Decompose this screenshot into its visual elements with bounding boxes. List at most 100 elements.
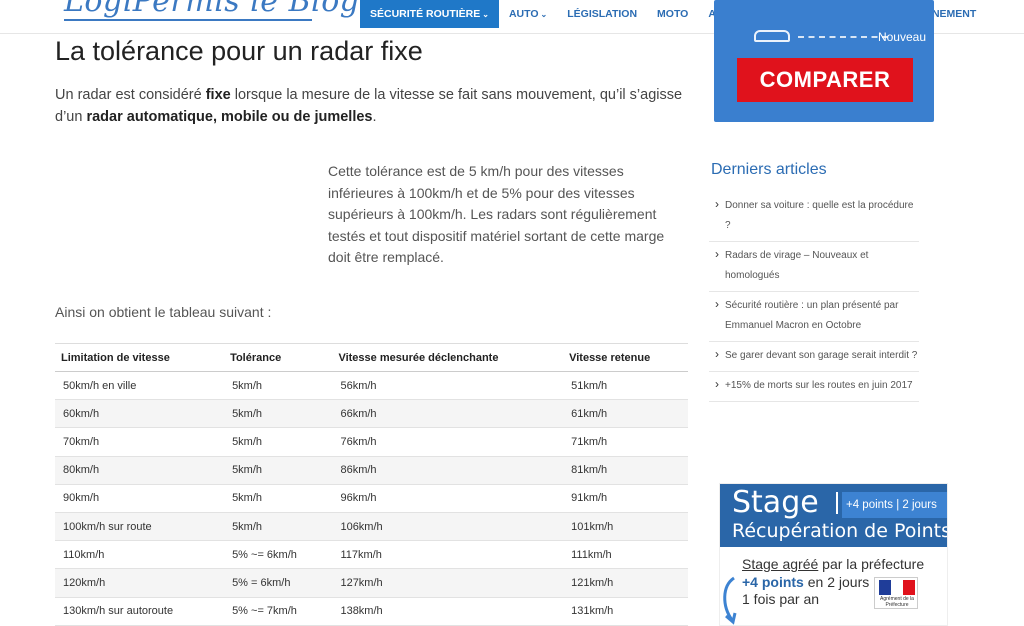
table-cell: 5km/h	[224, 427, 333, 457]
nav-item-2[interactable]: Législation	[557, 0, 647, 28]
table-row: 80km/h 5km/h 86km/h 81km/h	[55, 456, 688, 485]
table-cell: 86km/h	[332, 456, 564, 485]
table-row: 90km/h 5km/h 96km/h 91km/h	[55, 484, 688, 513]
stage-line-1: Stage agréé par la préfecture	[742, 556, 924, 572]
compare-button[interactable]: COMPARER	[737, 58, 913, 102]
prefecture-caption: Agrément de la Préfecture	[880, 596, 914, 608]
nav-item-1[interactable]: Auto ⌄	[499, 0, 557, 28]
recent-article-link[interactable]: Radars de virage – Nouveaux et homologué…	[709, 242, 919, 292]
table-cell: 110km/h	[55, 540, 225, 570]
table-cell: 71km/h	[563, 427, 688, 457]
table-cell: 106km/h	[332, 512, 564, 542]
chevron-down-icon: ⌄	[540, 10, 548, 19]
table-cell: 5km/h	[224, 512, 333, 542]
intro-text-3: .	[372, 109, 377, 125]
table-cell: 90km/h	[55, 484, 225, 513]
table-cell: 100km/h sur route	[55, 512, 225, 542]
dash-decoration	[798, 36, 888, 38]
table-cell: 5km/h	[224, 484, 333, 513]
stage-title: Stage	[732, 485, 819, 520]
table-cell: 5% ~= 6km/h	[224, 540, 333, 570]
table-header-cell: Vitesse retenue	[563, 343, 688, 372]
table-cell: 56km/h	[332, 371, 564, 401]
table-cell: 5% ~= 7km/h	[224, 597, 333, 626]
table-cell: 121km/h	[563, 568, 688, 598]
table-row: 50km/h en ville 5km/h 56km/h 51km/h	[55, 371, 688, 401]
compare-ad[interactable]: Nouveau COMPARER	[714, 0, 934, 122]
compare-new-label: Nouveau	[877, 30, 926, 44]
recent-article-link[interactable]: Donner sa voiture : quelle est la procéd…	[709, 192, 919, 242]
table-cell: 5km/h	[224, 371, 333, 401]
table-cell: 5km/h	[224, 399, 333, 429]
stage-line-2-rest: en 2 jours	[803, 574, 870, 590]
tolerance-paragraph: Cette tolérance est de 5 km/h pour des v…	[328, 163, 665, 265]
stage-agree-link[interactable]: Stage agréé	[742, 556, 818, 572]
stage-header: Stage +4 points | 2 jours Récupération d…	[720, 484, 947, 547]
stage-ad[interactable]: Stage +4 points | 2 jours Récupération d…	[719, 483, 948, 626]
table-cell: 51km/h	[563, 371, 688, 401]
nav-item-3[interactable]: Moto	[647, 0, 698, 28]
table-header-row: Limitation de vitesse Tolérance Vitesse me…	[55, 343, 688, 372]
nav-item-label: Sécurité routière	[370, 8, 481, 20]
prefecture-badge: Agrément de la Préfecture	[874, 577, 918, 609]
recent-articles-list: Donner sa voiture : quelle est la procéd…	[709, 192, 919, 402]
table-cell: 138km/h	[332, 597, 564, 626]
table-cell: 96km/h	[332, 484, 564, 513]
nav-item-label: Législation	[567, 8, 638, 20]
table-cell: 101km/h	[563, 512, 688, 542]
table-header-cell: Vitesse mesurée déclenchante	[332, 343, 564, 372]
intro-text-1: Un radar est considéré	[55, 87, 206, 103]
stage-separator	[836, 492, 838, 514]
table-cell: 66km/h	[332, 399, 564, 429]
logo-underline	[64, 19, 312, 21]
recent-articles-title: Derniers articles	[711, 161, 827, 178]
table-row: 120km/h 5% = 6km/h 127km/h 121km/h	[55, 568, 688, 598]
table-cell: 60km/h	[55, 399, 225, 429]
table-cell: 111km/h	[563, 540, 688, 570]
tolerance-table: Limitation de vitesse Tolérance Vitesse me…	[55, 343, 688, 626]
stage-points: +4 points	[742, 574, 804, 590]
table-cell: 5% = 6km/h	[224, 568, 333, 598]
table-body: 50km/h en ville 5km/h 56km/h 51km/h 60km/h 5k…	[55, 371, 688, 626]
table-cell: 120km/h	[55, 568, 225, 598]
table-cell: 91km/h	[563, 484, 688, 513]
table-row: 130km/h sur autoroute 5% ~= 7km/h 138km/h 1…	[55, 597, 688, 626]
article-intro: Un radar est considéré fixe lorsque la m…	[55, 84, 695, 128]
table-header-cell: Tolérance	[224, 343, 333, 372]
stage-line-2: +4 points en 2 jours	[742, 574, 869, 590]
table-cell: 5km/h	[224, 456, 333, 485]
nav-item-0[interactable]: Sécurité routière ⌄	[360, 0, 499, 28]
stage-line-1-rest: par la préfecture	[818, 556, 925, 572]
recent-article-link[interactable]: Sécurité routière : un plan présenté par…	[709, 292, 919, 342]
car-icon	[754, 30, 790, 42]
table-intro: Ainsi on obtient le tableau suivant :	[55, 304, 272, 320]
french-flag-icon	[879, 580, 915, 595]
table-cell: 76km/h	[332, 427, 564, 457]
stage-badge: +4 points | 2 jours	[842, 492, 947, 518]
table-row: 100km/h sur route 5km/h 106km/h 101km/h	[55, 512, 688, 542]
table-cell: 80km/h	[55, 456, 225, 485]
nav-item-label: Moto	[657, 8, 689, 20]
table-cell: 130km/h sur autoroute	[55, 597, 225, 626]
table-header-cell: Limitation de vitesse	[55, 343, 225, 372]
table-cell: 61km/h	[563, 399, 688, 429]
article-title: La tolérance pour un radar fixe	[55, 36, 423, 66]
table-row: 60km/h 5km/h 66km/h 61km/h	[55, 399, 688, 429]
chevron-down-icon: ⌄	[482, 10, 489, 19]
table-row: 70km/h 5km/h 76km/h 71km/h	[55, 427, 688, 457]
stage-line-3: 1 fois par an	[742, 591, 820, 607]
table-cell: 131km/h	[563, 597, 688, 626]
recent-article-link[interactable]: +15% de morts sur les routes en juin 201…	[709, 372, 919, 402]
table-row: 110km/h 5% ~= 6km/h 117km/h 111km/h	[55, 540, 688, 570]
site-logo[interactable]: LogiPermis le Blog	[64, 0, 359, 19]
table-cell: 70km/h	[55, 427, 225, 457]
table-cell: 127km/h	[332, 568, 564, 598]
table-cell: 117km/h	[332, 540, 564, 570]
table-cell: 50km/h en ville	[55, 371, 225, 401]
table-cell: 81km/h	[563, 456, 688, 485]
intro-bold-fixe: fixe	[205, 87, 231, 103]
intro-bold-radar-types: radar automatique, mobile ou de jumelles	[86, 109, 373, 125]
curved-arrow-icon	[723, 576, 737, 625]
nav-item-label: Auto	[508, 8, 539, 20]
recent-article-link[interactable]: Se garer devant son garage serait interd…	[709, 342, 919, 372]
